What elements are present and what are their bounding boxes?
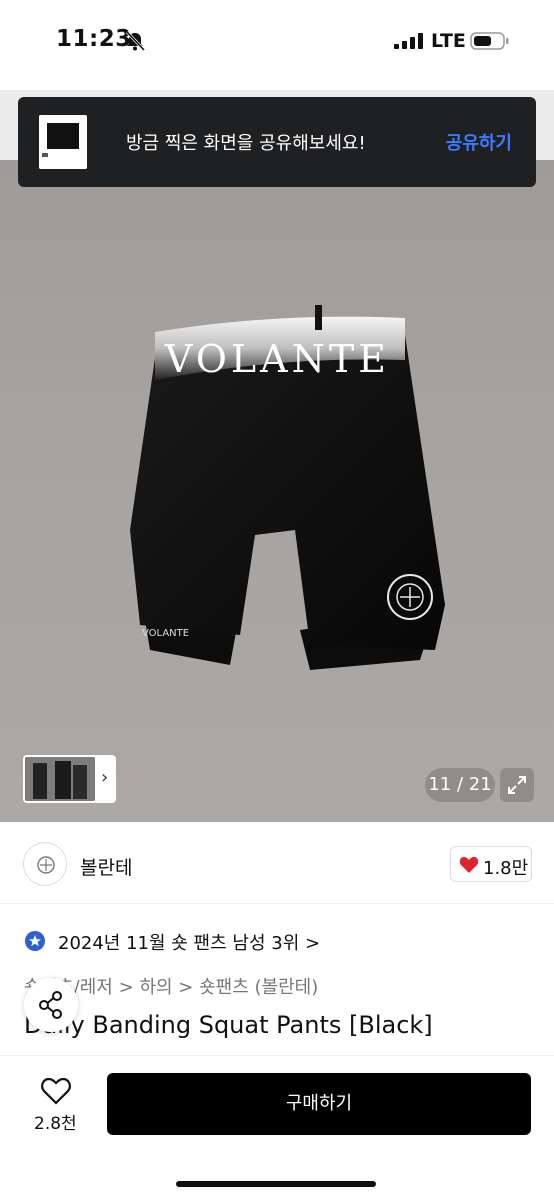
breadcrumb-item[interactable]: 숏팬츠 (볼란테) [199, 977, 318, 998]
signal-icon [394, 33, 423, 49]
breadcrumb-separator: > [118, 977, 134, 998]
buy-button[interactable]: 구매하기 [107, 1073, 531, 1135]
product-title: Daily Banding Squat Pants [Black] [24, 1011, 433, 1039]
rank-badge-icon [25, 931, 45, 951]
ranking-text: 2024년 11월 숏 팬츠 남성 3위 > [58, 929, 320, 955]
share-toast: 방금 찍은 화면을 공유해보세요! 공유하기 [18, 97, 536, 187]
toast-share-button[interactable]: 공유하기 [446, 129, 512, 155]
home-indicator [176, 1181, 376, 1187]
small-logo-text: VOLANTE [142, 628, 189, 639]
breadcrumb-separator: > [178, 977, 194, 998]
bell-slash-icon [125, 30, 146, 52]
brand-text: VOLANTE [164, 337, 390, 381]
breadcrumb-item[interactable]: 하의 [139, 977, 172, 998]
share-icon [39, 991, 62, 1019]
toast-message: 방금 찍은 화면을 공유해보세요! [126, 133, 366, 154]
seller-row[interactable]: 볼란테 1.8만 [0, 822, 554, 904]
wish-heart-icon[interactable] [40, 1076, 72, 1106]
chevron-right-icon: > [305, 933, 321, 954]
expand-icon [508, 776, 526, 794]
seller-name[interactable]: 볼란테 [80, 853, 132, 880]
expand-button[interactable] [500, 768, 534, 802]
thumbnail-strip[interactable]: › [23, 755, 116, 803]
seller-avatar[interactable] [23, 842, 67, 886]
wish-count: 2.8천 [34, 1114, 77, 1134]
ranking-label: 2024년 11월 숏 팬츠 남성 3위 [58, 933, 300, 954]
heart-icon [459, 856, 479, 873]
network-type: LTE [431, 30, 466, 52]
like-count: 1.8만 [483, 858, 529, 879]
image-page-counter: 11 / 21 [425, 768, 495, 802]
like-button[interactable]: 1.8만 [450, 846, 532, 882]
thumbnail-image[interactable] [25, 757, 95, 801]
status-time: 11:23 [56, 26, 132, 52]
status-bar: 11:23 LTE [0, 0, 554, 90]
share-button[interactable] [24, 978, 78, 1032]
toast-thumbnail [39, 115, 87, 169]
product-photo-shorts: VOLANTE VOLANTE [130, 305, 445, 670]
chevron-right-icon: › [101, 767, 109, 788]
battery-icon [470, 32, 509, 50]
product-image[interactable]: VOLANTE VOLANTE [0, 90, 554, 822]
